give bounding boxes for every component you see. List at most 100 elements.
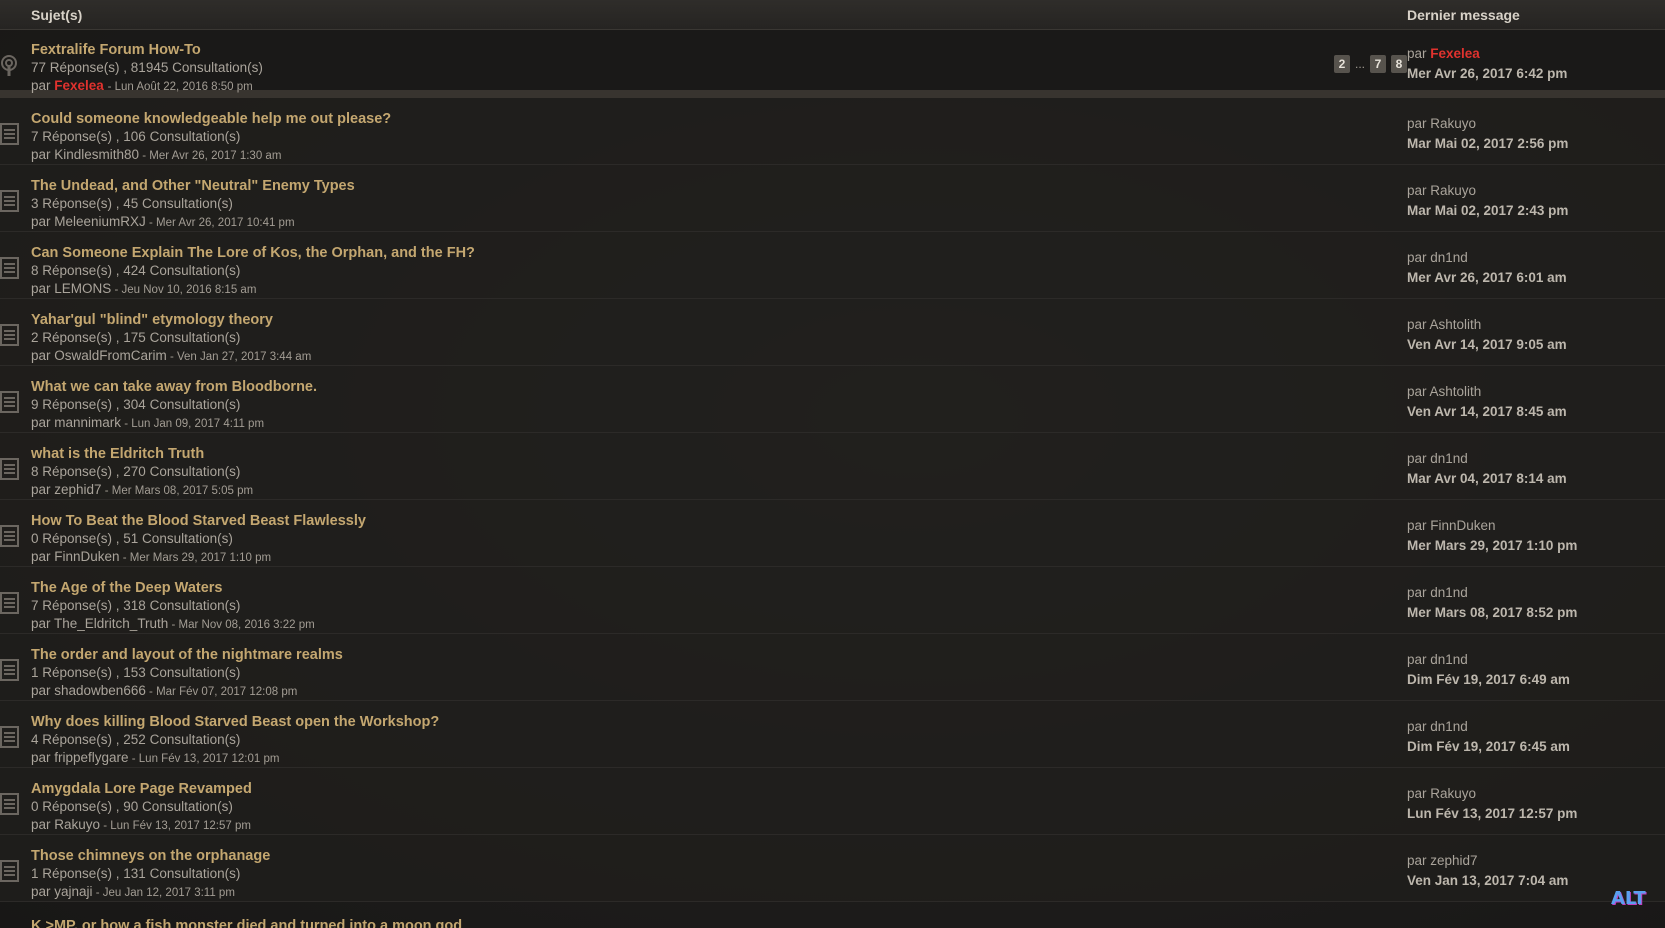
topic-row[interactable]: Yahar'gul "blind" etymology theory 2 Rép… [0, 299, 1665, 366]
topic-pagination: 2 ... 7 8 [1333, 55, 1407, 73]
topic-title-link[interactable]: what is the Eldritch Truth [31, 445, 1405, 463]
topic-row[interactable]: How To Beat the Blood Starved Beast Flaw… [0, 500, 1665, 567]
by-prefix: par [31, 78, 51, 93]
last-post-time-link[interactable]: Mer Avr 26, 2017 6:01 am [1407, 268, 1665, 288]
last-post-author-link[interactable]: par dn1nd [1407, 248, 1665, 268]
last-by-prefix: par [1407, 46, 1427, 61]
topic-row[interactable]: The order and layout of the nightmare re… [0, 634, 1665, 701]
topic-byline: par Fexelea - Lun Août 22, 2016 8:50 pm [31, 77, 1405, 96]
forum-topic-list: Sujet(s) Dernier message Fextralife Foru… [0, 0, 1665, 928]
topic-title-link[interactable]: Yahar'gul "blind" etymology theory [31, 311, 1405, 329]
author-link[interactable]: par shadowben666 [31, 683, 146, 698]
last-post-author-link[interactable]: par Rakuyo [1407, 114, 1665, 134]
topic-document-icon [0, 189, 20, 213]
topic-info: Could someone knowledgeable help me out … [0, 98, 1405, 165]
last-post-author-link[interactable]: par FinnDuken [1407, 516, 1665, 536]
last-post-time-link[interactable]: Mar Mai 02, 2017 2:43 pm [1407, 201, 1665, 221]
author-link[interactable]: par Rakuyo [31, 817, 100, 832]
topic-date: - Jeu Jan 12, 2017 3:11 pm [92, 887, 235, 899]
topic-stats: 2 Réponse(s) , 175 Consultation(s) [31, 330, 241, 345]
sticky-topic-info: Fextralife Forum How-To 77 Réponse(s) , … [0, 30, 1405, 96]
topic-stats: 8 Réponse(s) , 270 Consultation(s) [31, 464, 241, 479]
topic-row[interactable]: The Undead, and Other "Neutral" Enemy Ty… [0, 165, 1665, 232]
author-link[interactable]: par zephid7 [31, 482, 102, 497]
topic-title-link[interactable]: Fextralife Forum How-To [31, 41, 1405, 59]
last-post-info: par dn1nd Dim Fév 19, 2017 6:49 am [1405, 634, 1665, 690]
last-post-time-link[interactable]: Mar Avr 04, 2017 8:14 am [1407, 469, 1665, 489]
topic-title-link[interactable]: Those chimneys on the orphanage [31, 847, 1405, 865]
last-post-time-link[interactable]: Ven Avr 14, 2017 9:05 am [1407, 335, 1665, 355]
topic-info: The Undead, and Other "Neutral" Enemy Ty… [0, 165, 1405, 232]
last-post-info: par dn1nd Mar Avr 04, 2017 8:14 am [1405, 433, 1665, 489]
author-link[interactable]: Fexelea [54, 78, 104, 93]
topic-title-link[interactable]: Can Someone Explain The Lore of Kos, the… [31, 244, 1405, 262]
topic-row[interactable]: Why does killing Blood Starved Beast ope… [0, 701, 1665, 768]
last-post-time-link[interactable]: Mer Mars 29, 2017 1:10 pm [1407, 536, 1665, 556]
topic-row[interactable]: The Age of the Deep Waters 7 Réponse(s) … [0, 567, 1665, 634]
author-link[interactable]: par LEMONS [31, 281, 111, 296]
topic-row[interactable]: Amygdala Lore Page Revamped 0 Réponse(s)… [0, 768, 1665, 835]
last-post-time-link[interactable]: Mer Mars 08, 2017 8:52 pm [1407, 603, 1665, 623]
last-post-time-link[interactable]: Mer Avr 26, 2017 6:42 pm [1407, 64, 1665, 84]
page-link[interactable]: 8 [1391, 55, 1407, 73]
last-post-author-link[interactable]: par dn1nd [1407, 717, 1665, 737]
last-post-author-link[interactable]: par dn1nd [1407, 449, 1665, 469]
author-link[interactable]: par The_Eldritch_Truth [31, 616, 168, 631]
last-post-time-link[interactable]: Lun Fév 13, 2017 12:57 pm [1407, 804, 1665, 824]
author-link[interactable]: par mannimark [31, 415, 121, 430]
last-post-author: par Fexelea [1407, 44, 1665, 64]
topic-byline: par The_Eldritch_Truth - Mar Nov 08, 201… [31, 615, 1405, 634]
last-post-time-link[interactable]: Ven Avr 14, 2017 8:45 am [1407, 402, 1665, 422]
topic-title-link[interactable]: Why does killing Blood Starved Beast ope… [31, 713, 1405, 731]
last-post-author-link[interactable]: par dn1nd [1407, 583, 1665, 603]
author-link[interactable]: par Kindlesmith80 [31, 147, 139, 162]
page-link[interactable]: 7 [1370, 55, 1386, 73]
topic-title-link[interactable]: The Undead, and Other "Neutral" Enemy Ty… [31, 177, 1405, 195]
last-post-info: par Rakuyo Lun Fév 13, 2017 12:57 pm [1405, 768, 1665, 824]
last-post-author-link[interactable]: par dn1nd [1407, 650, 1665, 670]
last-author-link[interactable]: Fexelea [1430, 46, 1480, 61]
topic-title-link[interactable]: K >MP, or how a fish monster died and tu… [31, 918, 462, 928]
topic-date: - Mer Avr 26, 2017 1:30 am [139, 150, 282, 162]
topic-document-icon [0, 725, 20, 749]
last-post-author-link[interactable]: par Ashtolith [1407, 382, 1665, 402]
author-link[interactable]: par frippeflygare [31, 750, 129, 765]
topic-row[interactable]: What we can take away from Bloodborne. 9… [0, 366, 1665, 433]
topic-title-link[interactable]: The order and layout of the nightmare re… [31, 646, 1405, 664]
last-post-author-link[interactable]: par Rakuyo [1407, 784, 1665, 804]
author-link[interactable]: par MeleeniumRXJ [31, 214, 146, 229]
topic-title-link[interactable]: Amygdala Lore Page Revamped [31, 780, 1405, 798]
topic-info: How To Beat the Blood Starved Beast Flaw… [0, 500, 1405, 567]
topic-title-link[interactable]: What we can take away from Bloodborne. [31, 378, 1405, 396]
topic-row[interactable]: what is the Eldritch Truth 8 Réponse(s) … [0, 433, 1665, 500]
last-post-time-link[interactable]: Mar Mai 02, 2017 2:56 pm [1407, 134, 1665, 154]
header-last-post: Dernier message [1407, 6, 1520, 23]
topic-row[interactable]: Can Someone Explain The Lore of Kos, the… [0, 232, 1665, 299]
page-link[interactable]: 2 [1333, 55, 1350, 73]
author-link[interactable]: par yajnaji [31, 884, 93, 899]
author-link[interactable]: par OswaldFromCarim [31, 348, 167, 363]
topic-title-link[interactable]: How To Beat the Blood Starved Beast Flaw… [31, 512, 1405, 530]
topic-info: Why does killing Blood Starved Beast ope… [0, 701, 1405, 768]
last-post-info: par dn1nd Mer Mars 08, 2017 8:52 pm [1405, 567, 1665, 623]
topic-row[interactable]: Could someone knowledgeable help me out … [0, 98, 1665, 165]
last-post-time-link[interactable]: Dim Fév 19, 2017 6:45 am [1407, 737, 1665, 757]
topic-list-header: Sujet(s) Dernier message [0, 0, 1665, 30]
last-post-author-link[interactable]: par Ashtolith [1407, 315, 1665, 335]
topic-document-icon [0, 256, 20, 280]
topic-title-link[interactable]: The Age of the Deep Waters [31, 579, 1405, 597]
topic-row[interactable]: Those chimneys on the orphanage 1 Répons… [0, 835, 1665, 902]
topic-title-link[interactable]: Could someone knowledgeable help me out … [31, 110, 1405, 128]
last-post-author-link[interactable]: par zephid7 [1407, 851, 1665, 871]
last-post-info: par Ashtolith Ven Avr 14, 2017 9:05 am [1405, 299, 1665, 355]
topic-date: - Jeu Nov 10, 2016 8:15 am [111, 284, 257, 296]
topic-info: Yahar'gul "blind" etymology theory 2 Rép… [0, 299, 1405, 366]
last-post-info: par dn1nd Mer Avr 26, 2017 6:01 am [1405, 232, 1665, 288]
topic-byline: par mannimark - Lun Jan 09, 2017 4:11 pm [31, 414, 1405, 433]
last-post-time-link[interactable]: Dim Fév 19, 2017 6:49 am [1407, 670, 1665, 690]
last-post-author-link[interactable]: par Rakuyo [1407, 181, 1665, 201]
topic-date: - Mar Fév 07, 2017 12:08 pm [145, 686, 298, 698]
topic-info: The order and layout of the nightmare re… [0, 634, 1405, 701]
author-link[interactable]: par FinnDuken [31, 549, 120, 564]
sticky-topic-row[interactable]: Fextralife Forum How-To 77 Réponse(s) , … [0, 30, 1665, 98]
